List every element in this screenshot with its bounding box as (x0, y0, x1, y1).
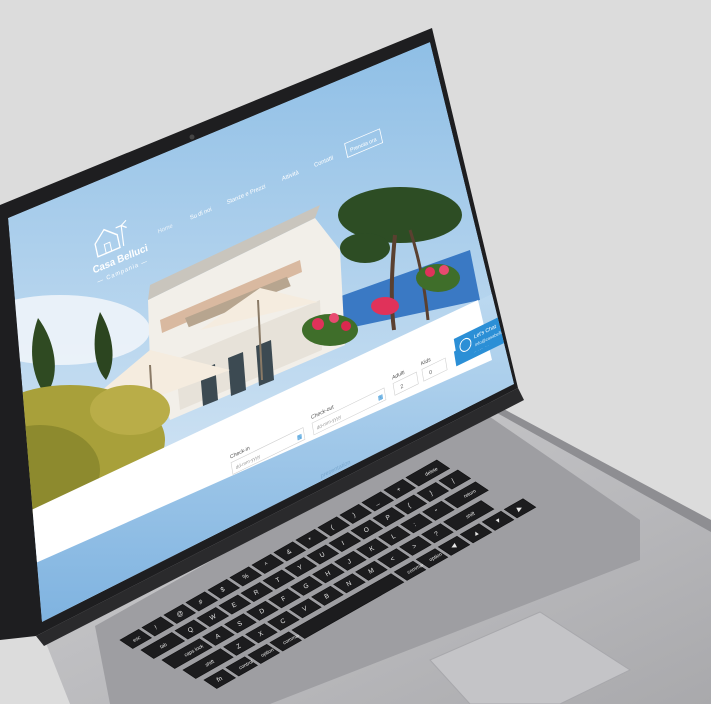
webcam (189, 134, 195, 140)
laptop-photo: esc!@#$%^&*()_+deletetabQWERTYUIOP{}|cap… (0, 0, 711, 704)
